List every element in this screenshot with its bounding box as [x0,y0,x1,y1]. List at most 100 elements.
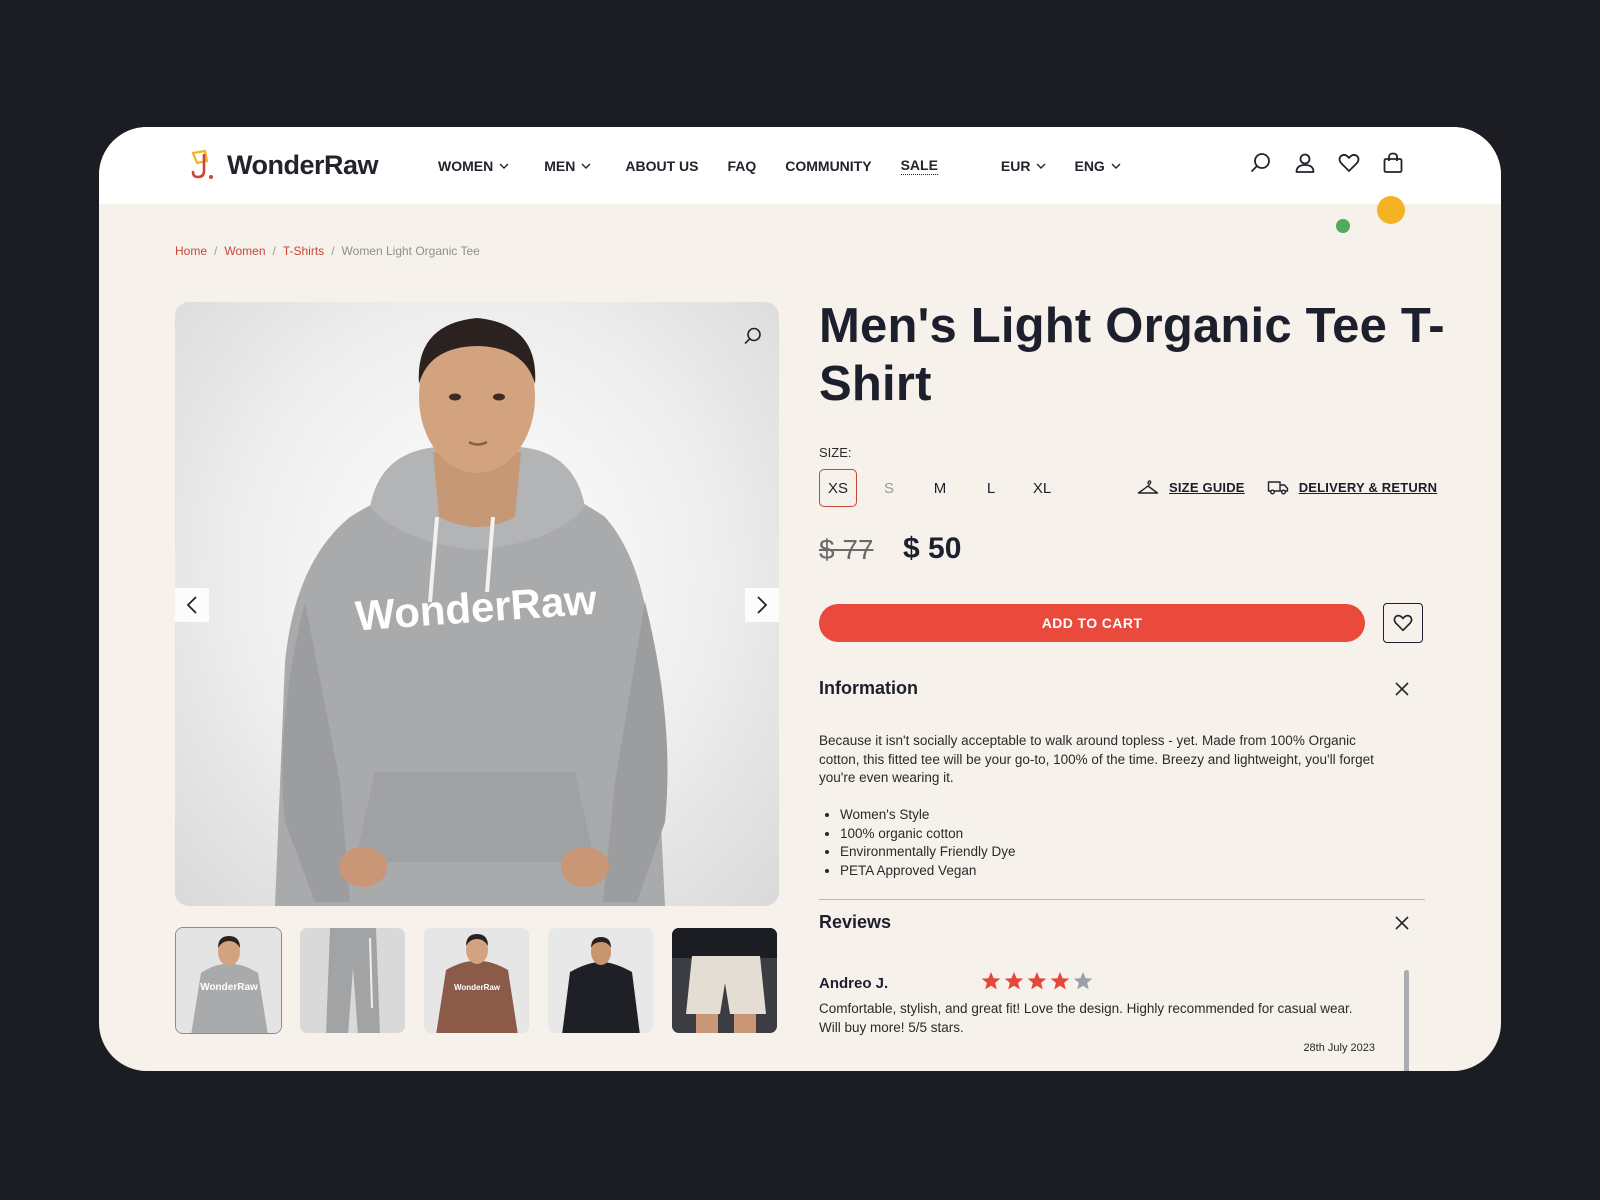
size-selector: XS S M L XL [819,469,1074,507]
breadcrumb-home[interactable]: Home [175,244,207,258]
breadcrumb-separator: / [272,244,276,258]
breadcrumb-separator: / [214,244,218,258]
review-author: Andreo J. [819,975,889,992]
zoom-icon[interactable] [743,326,763,346]
size-option-s[interactable]: S [870,469,908,507]
product-title: Men's Light Organic Tee T-Shirt [819,299,1445,411]
information-heading: Information [819,678,918,698]
chevron-right-icon [757,596,768,614]
brand-logo[interactable]: WonderRaw [187,147,379,183]
star-filled-icon [981,972,1001,990]
breadcrumb-women[interactable]: Women [224,244,265,258]
svg-text:WonderRaw: WonderRaw [454,983,501,992]
feature-item: Environmentally Friendly Dye [840,843,1016,862]
size-option-l[interactable]: L [972,469,1010,507]
size-links: SIZE GUIDE DELIVERY & RETURN [1137,479,1459,495]
nav-item-label: WOMEN [438,157,494,174]
delivery-return-link[interactable]: DELIVERY & RETURN [1267,479,1437,495]
gallery-thumbnails: WonderRaw WonderRaw [175,927,795,1034]
nav-item-label: ABOUT US [625,157,699,174]
size-option-m[interactable]: M [921,469,959,507]
nav-item-about-us[interactable]: ABOUT US [625,158,698,174]
review-date: 28th July 2023 [1303,1042,1375,1054]
gallery-thumbnail[interactable]: WonderRaw [423,927,530,1034]
feature-item: 100% organic cotton [840,825,1016,844]
thumbnail-grey-pants [300,928,405,1033]
information-features: Women's Style 100% organic cotton Enviro… [819,806,1016,880]
section-divider [819,899,1425,900]
nav-item-label: MEN [544,157,576,174]
size-guide-label: SIZE GUIDE [1169,479,1245,495]
breadcrumb-tshirts[interactable]: T-Shirts [283,244,324,258]
product-main-image[interactable]: WonderRaw [175,302,779,906]
nav-item-label: FAQ [727,157,757,174]
language-selector[interactable]: ENG [1074,157,1121,174]
star-filled-icon [1004,972,1024,990]
decorative-dot-green [1336,219,1350,233]
thumbnail-black-hoodie [548,928,653,1033]
reviews-close-icon[interactable] [1394,915,1410,931]
breadcrumb: Home / Women / T-Shirts / Women Light Or… [175,244,480,258]
size-option-xs[interactable]: XS [819,469,857,507]
delivery-return-label: DELIVERY & RETURN [1298,479,1438,495]
feature-item: PETA Approved Vegan [840,862,1016,881]
thumbnail-brown-sweatshirt: WonderRaw [424,928,529,1033]
feature-item: Women's Style [840,806,1016,825]
product-page-card: WonderRaw WOMEN MEN ABOUT US FAQ COMMUNI… [99,127,1501,1071]
brand-name: WonderRaw [227,149,379,180]
add-to-wishlist-button[interactable] [1383,603,1423,643]
review-rating [980,970,1095,992]
nav-item-women[interactable]: WOMEN [438,158,509,174]
currency-selector[interactable]: EUR [1001,158,1047,174]
gallery-thumbnail[interactable]: WonderRaw [175,927,282,1034]
site-header: WonderRaw WOMEN MEN ABOUT US FAQ COMMUNI… [99,127,1501,204]
price-original: $ 77 [819,534,874,565]
chevron-down-icon [1111,163,1121,169]
star-filled-icon [1050,972,1070,990]
size-option-xl[interactable]: XL [1023,469,1061,507]
gallery-thumbnail[interactable] [547,927,654,1034]
gallery-thumbnail[interactable] [671,927,778,1034]
language-label: ENG [1074,157,1105,174]
nav-item-label: SALE [900,156,938,175]
heart-icon [1393,614,1413,632]
search-icon[interactable] [1249,151,1273,175]
breadcrumb-separator: / [331,244,335,258]
reviews-heading: Reviews [819,912,892,932]
breadcrumb-current: Women Light Organic Tee [341,244,480,258]
svg-text:WonderRaw: WonderRaw [200,982,258,993]
size-label: SIZE: [819,445,852,460]
decorative-dot-yellow [1377,196,1405,224]
star-filled-icon [1027,972,1047,990]
gallery-thumbnail[interactable] [299,927,406,1034]
thumbnail-grey-hoodie: WonderRaw [176,928,281,1033]
hanger-icon [1137,480,1159,494]
nav-item-community[interactable]: COMMUNITY [785,158,871,174]
nav-item-men[interactable]: MEN [544,158,591,174]
heart-icon[interactable] [1337,151,1361,175]
review-text: Comfortable, stylish, and great fit! Lov… [819,1001,1353,1035]
nav-item-sale[interactable]: SALE [900,156,938,175]
gallery-prev-button[interactable] [175,588,209,622]
header-actions [1229,151,1405,175]
nav-item-faq[interactable]: FAQ [727,158,756,174]
user-icon[interactable] [1293,151,1317,175]
size-guide-link[interactable]: SIZE GUIDE [1137,479,1245,495]
chevron-down-icon [499,163,509,169]
model-photo: WonderRaw [275,318,668,906]
nav-item-label: COMMUNITY [785,157,872,174]
chevron-down-icon [1036,163,1046,169]
main-nav: WOMEN MEN ABOUT US FAQ COMMUNITY SALE EU… [438,127,1121,204]
logo-mark-icon [191,149,213,179]
information-description: Because it isn't socially acceptable to … [819,733,1374,785]
add-to-cart-button[interactable]: ADD TO CART [819,604,1365,642]
bag-icon[interactable] [1381,151,1405,175]
reviews-scrollbar[interactable] [1404,970,1409,1071]
chevron-down-icon [581,163,591,169]
thumbnail-beige-shorts [672,928,777,1033]
gallery-next-button[interactable] [745,588,779,622]
price-sale: $ 50 [903,532,962,565]
information-close-icon[interactable] [1394,681,1410,697]
currency-label: EUR [1000,157,1031,174]
truck-icon [1267,481,1288,495]
